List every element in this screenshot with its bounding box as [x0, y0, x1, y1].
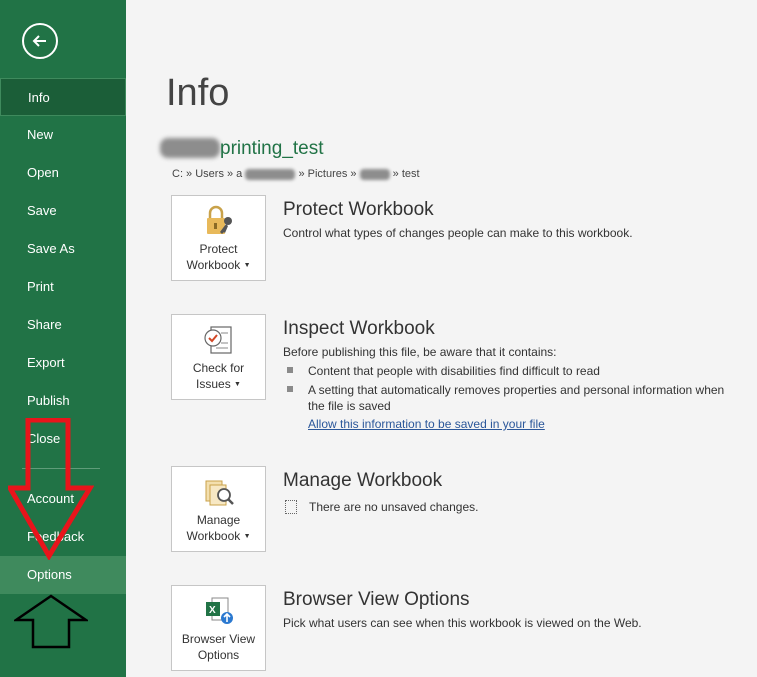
sidebar-item-share[interactable]: Share — [0, 306, 126, 344]
browser-view-icon: X — [206, 597, 233, 624]
back-button[interactable] — [22, 23, 58, 59]
lock-key-icon — [207, 205, 232, 234]
inspect-bullet-2: A setting that automatically removes pro… — [308, 383, 725, 413]
bullet-icon — [287, 386, 293, 392]
redacted-text — [160, 138, 220, 158]
manage-workbook-icon — [205, 480, 234, 506]
svg-text:X: X — [209, 605, 216, 616]
sidebar-item-open[interactable]: Open — [0, 154, 126, 192]
protect-workbook-desc: Control what types of changes people can… — [283, 226, 633, 240]
black-up-arrow-annotation — [14, 594, 88, 649]
redacted-text — [359, 168, 390, 180]
document-icon — [285, 500, 297, 514]
file-name: printing_test — [220, 138, 324, 159]
inspect-bullet-1: Content that people with disabilities fi… — [308, 364, 600, 378]
backstage-sidebar: Info New Open Save Save As Print Share E… — [0, 0, 126, 677]
file-path: C: » Users » a » Pictures » » test — [172, 168, 420, 180]
back-arrow-icon — [32, 35, 46, 47]
inspect-workbook-desc: Before publishing this file, be aware th… — [283, 345, 557, 359]
check-for-issues-label: Check for Issues ▼ — [192, 361, 245, 391]
manage-workbook-desc: There are no unsaved changes. — [309, 500, 479, 514]
manage-workbook-title: Manage Workbook — [283, 470, 443, 491]
sidebar-item-save-as[interactable]: Save As — [0, 230, 126, 268]
sidebar-item-save[interactable]: Save — [0, 192, 126, 230]
protect-workbook-label: Protect Workbook ▼ — [186, 242, 251, 272]
browser-view-options-desc: Pick what users can see when this workbo… — [283, 616, 642, 630]
path-part-2: » Pictures » — [298, 168, 357, 180]
allow-info-saved-link[interactable]: Allow this information to be saved in yo… — [308, 417, 545, 431]
browser-view-options-button[interactable]: X Browser View Options — [171, 585, 266, 671]
sidebar-item-publish[interactable]: Publish — [0, 382, 126, 420]
backstage-view: Info New Open Save Save As Print Share E… — [0, 0, 757, 677]
bullet-icon — [287, 367, 293, 373]
manage-workbook-button[interactable]: Manage Workbook ▼ — [171, 466, 266, 552]
sidebar-item-info[interactable]: Info — [0, 78, 126, 116]
sidebar-item-options[interactable]: Options — [0, 556, 126, 594]
page-title: Info — [166, 72, 230, 114]
red-down-arrow-annotation — [8, 418, 94, 560]
path-part-1: C: » Users » a — [172, 168, 243, 180]
browser-view-options-title: Browser View Options — [283, 589, 470, 610]
redacted-text — [245, 168, 296, 180]
check-for-issues-button[interactable]: Check for Issues ▼ — [171, 314, 266, 400]
protect-workbook-button[interactable]: Protect Workbook ▼ — [171, 195, 266, 281]
browser-view-options-label: Browser View Options — [181, 632, 256, 662]
inspect-workbook-title: Inspect Workbook — [283, 318, 435, 339]
protect-workbook-title: Protect Workbook — [283, 199, 434, 220]
checklist-icon — [204, 326, 232, 354]
sidebar-item-new[interactable]: New — [0, 116, 126, 154]
sidebar-item-print[interactable]: Print — [0, 268, 126, 306]
info-pane: Info printing_test C: » Users » a » Pict… — [126, 0, 757, 677]
sidebar-item-export[interactable]: Export — [0, 344, 126, 382]
manage-workbook-label: Manage Workbook ▼ — [186, 513, 251, 543]
path-part-3: » test — [392, 168, 420, 180]
